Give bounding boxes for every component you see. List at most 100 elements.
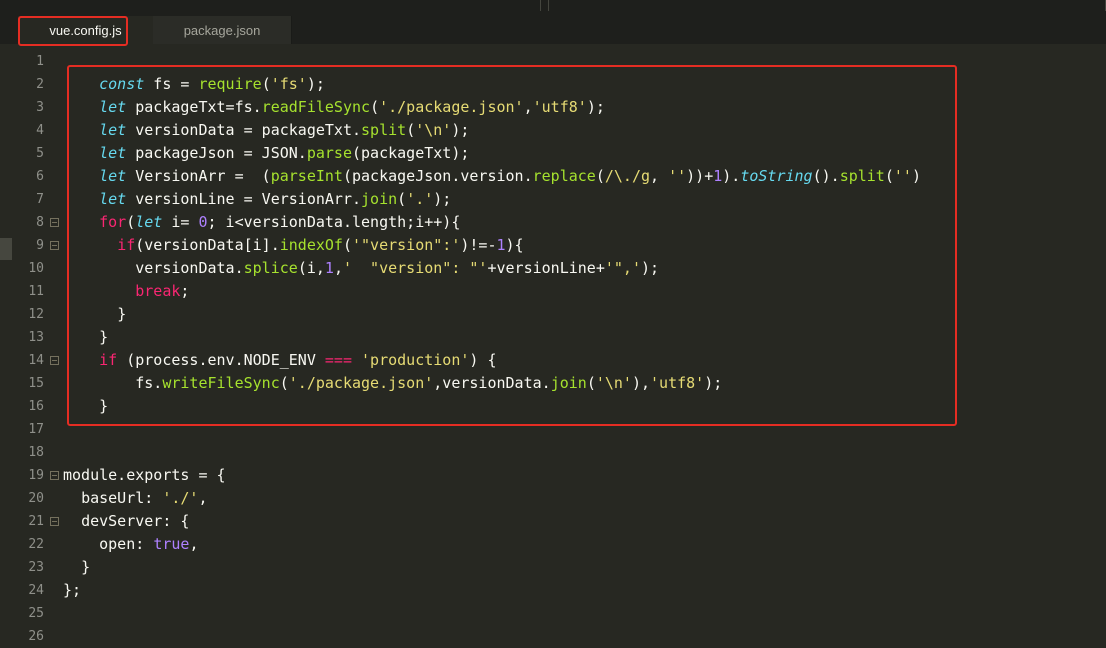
- code-line[interactable]: 17: [0, 418, 1106, 441]
- code-token: if: [117, 236, 136, 254]
- code-line[interactable]: 15 fs.writeFileSync('./package.json',ver…: [0, 372, 1106, 395]
- code-token: ; i<versionData.length;i++){: [207, 213, 461, 231]
- code-token: ){: [505, 236, 524, 254]
- code-line[interactable]: 23 }: [0, 556, 1106, 579]
- fold-toggle-icon[interactable]: [50, 356, 59, 365]
- code-text: for(let i= 0; i<versionData.length;i++){: [63, 211, 460, 234]
- code-token: ,: [523, 98, 533, 116]
- code-line[interactable]: 9 if(versionData[i].indexOf('"version":'…: [0, 234, 1106, 257]
- fold-toggle-icon[interactable]: [50, 517, 59, 526]
- code-line[interactable]: 14 if (process.env.NODE_ENV === 'product…: [0, 349, 1106, 372]
- code-token: './package.json': [288, 374, 434, 392]
- code-token: '.': [406, 190, 434, 208]
- code-token: (process.env.NODE_ENV: [117, 351, 325, 369]
- code-token: join: [361, 190, 398, 208]
- code-token: '': [668, 167, 687, 185]
- line-number: 2: [36, 77, 44, 92]
- fold-toggle-icon[interactable]: [50, 218, 59, 227]
- code-token: (: [406, 121, 416, 139]
- code-line[interactable]: 11 break;: [0, 280, 1106, 303]
- code-token: }: [99, 397, 109, 415]
- line-number: 7: [36, 192, 44, 207]
- line-number: 12: [28, 307, 44, 322]
- code-line[interactable]: 18: [0, 441, 1106, 464]
- code-token: 1: [713, 167, 723, 185]
- code-token: /\./g: [604, 167, 651, 185]
- line-number: 10: [28, 261, 44, 276]
- code-token: (: [279, 374, 289, 392]
- code-text: let versionData = packageTxt.split('\n')…: [63, 119, 469, 142]
- code-line[interactable]: 26: [0, 625, 1106, 648]
- line-number: 5: [36, 146, 44, 161]
- code-text: if (process.env.NODE_ENV === 'production…: [63, 349, 496, 372]
- fold-toggle-icon[interactable]: [50, 241, 59, 250]
- code-text: }: [63, 326, 108, 349]
- fold-toggle-icon[interactable]: [50, 471, 59, 480]
- code-token: );: [586, 98, 605, 116]
- code-text: }: [63, 556, 90, 579]
- code-token: let: [135, 213, 163, 231]
- code-token: }: [117, 305, 127, 323]
- line-number: 3: [36, 100, 44, 115]
- code-token: 1: [324, 259, 334, 277]
- code-token: ): [911, 167, 921, 185]
- code-token: '"version":': [352, 236, 461, 254]
- code-token: (: [126, 213, 136, 231]
- tab-package-json[interactable]: package.json: [153, 16, 292, 44]
- code-line[interactable]: 25: [0, 602, 1106, 625]
- code-line[interactable]: 8 for(let i= 0; i<versionData.length;i++…: [0, 211, 1106, 234]
- code-line[interactable]: 16 }: [0, 395, 1106, 418]
- code-token: };: [63, 581, 82, 599]
- code-token: ,: [189, 535, 199, 553]
- code-line[interactable]: 5 let packageJson = JSON.parse(packageTx…: [0, 142, 1106, 165]
- code-token: }: [99, 328, 109, 346]
- tab-vue-config[interactable]: vue.config.js: [18, 16, 153, 44]
- code-line[interactable]: 22 open: true,: [0, 533, 1106, 556]
- code-token: let: [99, 190, 127, 208]
- code-token: versionLine = VersionArr.: [126, 190, 362, 208]
- code-token: indexOf: [279, 236, 343, 254]
- line-number: 25: [28, 606, 44, 621]
- code-line[interactable]: 12 }: [0, 303, 1106, 326]
- code-token: ===: [324, 351, 352, 369]
- code-line[interactable]: 4 let versionData = packageTxt.split('\n…: [0, 119, 1106, 142]
- code-token: (i,: [297, 259, 325, 277]
- code-text: };: [63, 579, 81, 602]
- code-token: ),: [631, 374, 651, 392]
- code-text: versionData.splice(i,1,' "version": "'+v…: [63, 257, 659, 280]
- code-token: ,: [333, 259, 343, 277]
- code-token: fs =: [144, 75, 199, 93]
- editor-window: vue.config.js package.json 12 const fs =…: [0, 0, 1106, 644]
- code-token: 1: [496, 236, 506, 254]
- code-token: packageTxt=fs.: [126, 98, 262, 116]
- code-line[interactable]: 20 baseUrl: './',: [0, 487, 1106, 510]
- code-token: './': [162, 489, 199, 507]
- code-token: 'production': [361, 351, 470, 369]
- code-token: open:: [99, 535, 154, 553]
- code-text: let versionLine = VersionArr.join('.');: [63, 188, 451, 211]
- code-token: '': [893, 167, 912, 185]
- code-line[interactable]: 1: [0, 50, 1106, 73]
- code-editor[interactable]: 12 const fs = require('fs'); 3 let packag…: [0, 44, 1106, 644]
- code-text: }: [63, 303, 126, 326]
- code-token: }: [81, 558, 91, 576]
- code-line[interactable]: 13 }: [0, 326, 1106, 349]
- line-number: 15: [28, 376, 44, 391]
- code-line[interactable]: 2 const fs = require('fs');: [0, 73, 1106, 96]
- code-text: devServer: {: [63, 510, 189, 533]
- code-token: versionData = packageTxt.: [126, 121, 362, 139]
- code-line[interactable]: 19 module.exports = {: [0, 464, 1106, 487]
- code-text: open: true,: [63, 533, 198, 556]
- code-token: join: [550, 374, 587, 392]
- code-token: );: [641, 259, 660, 277]
- code-text: const fs = require('fs');: [63, 73, 325, 96]
- code-line[interactable]: 3 let packageTxt=fs.readFileSync('./pack…: [0, 96, 1106, 119]
- code-line[interactable]: 21 devServer: {: [0, 510, 1106, 533]
- code-token: '",': [604, 259, 641, 277]
- code-token: (packageJson.version.: [342, 167, 533, 185]
- code-line[interactable]: 10 versionData.splice(i,1,' "version": "…: [0, 257, 1106, 280]
- code-token: writeFileSync: [162, 374, 280, 392]
- code-line[interactable]: 24};: [0, 579, 1106, 602]
- code-line[interactable]: 7 let versionLine = VersionArr.join('.')…: [0, 188, 1106, 211]
- code-line[interactable]: 6 let VersionArr = (parseInt(packageJson…: [0, 165, 1106, 188]
